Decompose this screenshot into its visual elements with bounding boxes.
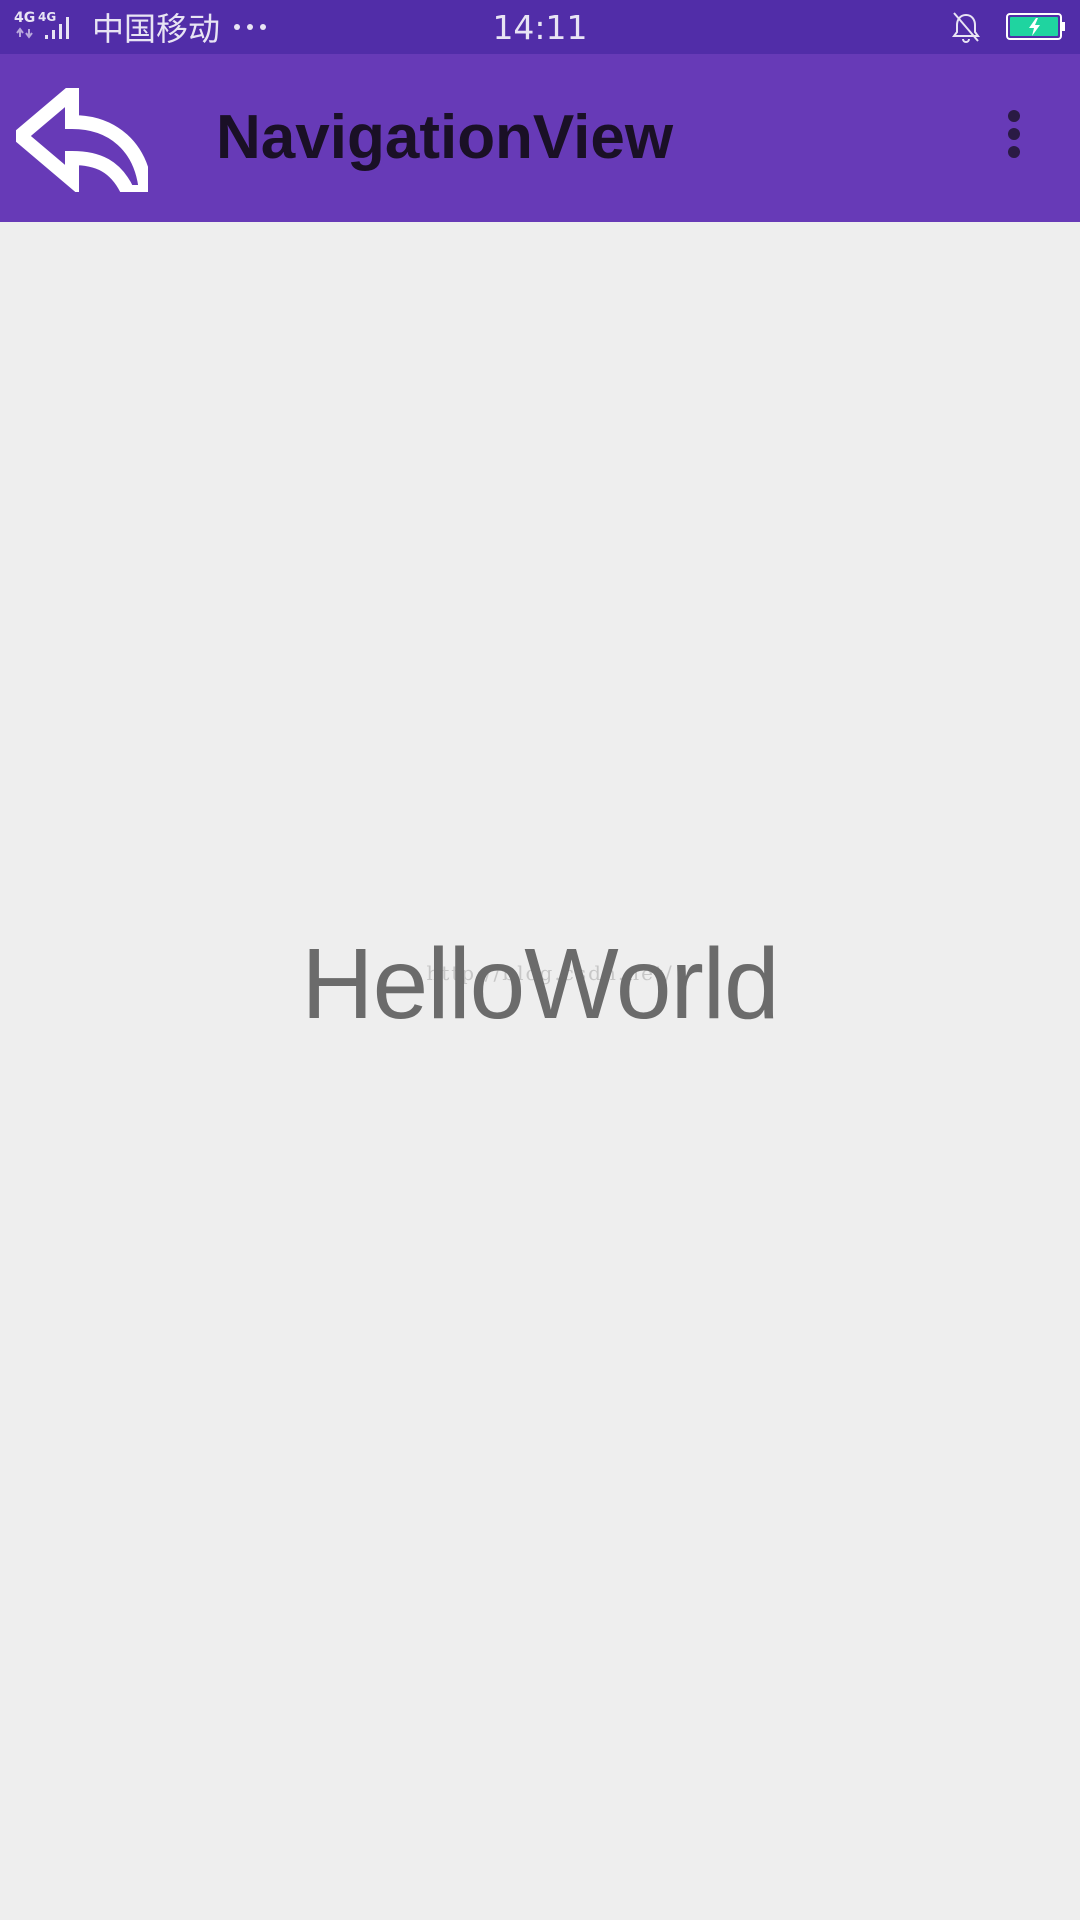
bell-off-icon — [950, 11, 982, 43]
hello-text: HelloWorld — [301, 928, 779, 1040]
status-time: 14:11 — [492, 8, 588, 47]
back-arrow-icon — [16, 88, 148, 192]
toolbar-title: NavigationView — [216, 103, 674, 172]
status-right — [950, 0, 1066, 54]
app-toolbar: NavigationView — [0, 54, 1080, 222]
back-button[interactable] — [16, 88, 148, 192]
battery-charging-icon — [1006, 12, 1066, 42]
overflow-menu-button[interactable] — [990, 108, 1038, 168]
more-vert-icon — [990, 108, 1038, 168]
status-bar: 4G 4G 中国移动 14:11 — [0, 0, 1080, 54]
main-content: http://blog.csdn.net/ HelloWorld — [0, 222, 1080, 1920]
